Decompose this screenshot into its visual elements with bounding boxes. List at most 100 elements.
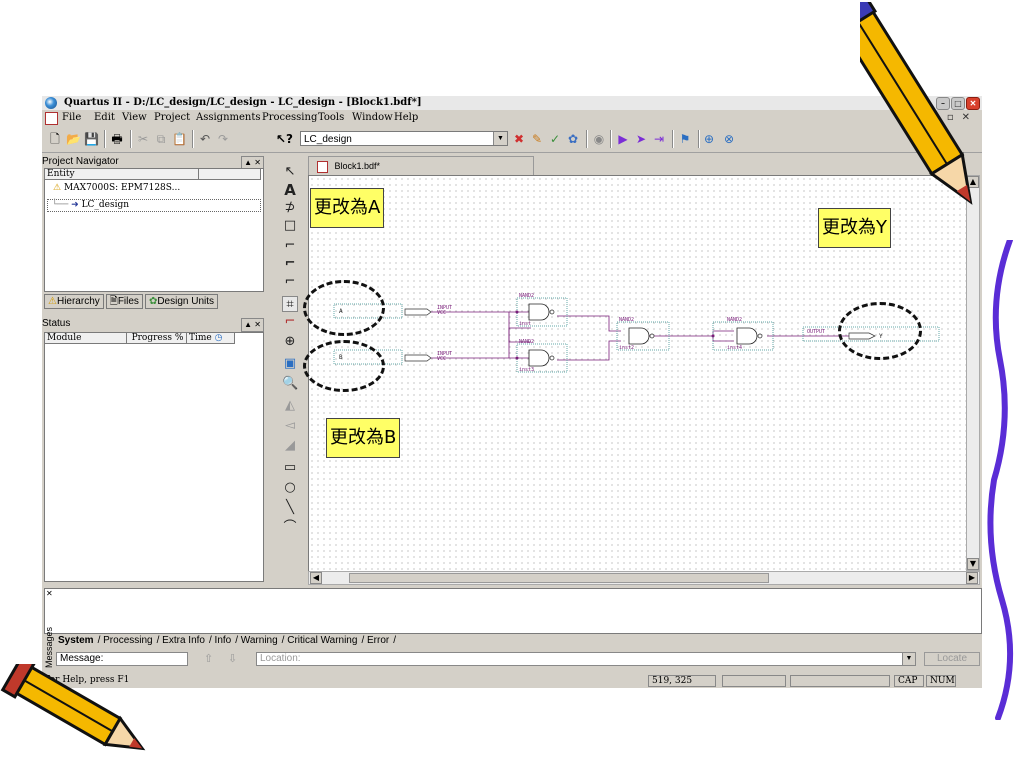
flip-horizontal-icon[interactable]: ◭ bbox=[282, 398, 298, 414]
module-column-header[interactable]: Module bbox=[45, 333, 127, 344]
programmer-icon[interactable]: ⊕ bbox=[702, 132, 716, 146]
document-tab[interactable]: Block1.bdf* bbox=[308, 156, 534, 175]
simulator-icon[interactable]: ⚑ bbox=[678, 132, 692, 146]
nand-gate-inst2[interactable]: NAND2 inst2 bbox=[616, 317, 670, 351]
analysis-icon[interactable]: ✎ bbox=[530, 132, 544, 146]
paste-icon[interactable]: 📋 bbox=[172, 132, 187, 146]
scroll-down-icon[interactable]: ▼ bbox=[967, 558, 979, 570]
new-file-icon[interactable]: 🗋 bbox=[48, 132, 62, 146]
svg-text:VCC: VCC bbox=[437, 310, 446, 316]
symbol-tool-icon[interactable]: ⊅ bbox=[282, 200, 298, 216]
messages-close-icon[interactable]: ✕ bbox=[46, 589, 53, 598]
redo-icon[interactable]: ↷ bbox=[216, 132, 230, 146]
line-tool-icon[interactable]: ╲ bbox=[282, 500, 298, 516]
project-navigator-tree: Entity ⚠ MAX7000S: EPM7128S... └── ➜ LC_… bbox=[44, 168, 264, 292]
nand-gate-inst3[interactable]: NAND2 inst3 bbox=[515, 339, 568, 373]
tab-info[interactable]: Info bbox=[215, 635, 232, 646]
scroll-right-icon[interactable]: ▶ bbox=[966, 572, 978, 584]
dashed-circle-a bbox=[303, 280, 385, 336]
dashed-circle-b bbox=[303, 340, 385, 392]
full-screen-icon[interactable]: ▣ bbox=[282, 356, 298, 372]
project-select[interactable]: LC_design ▼ bbox=[300, 131, 508, 146]
menu-project[interactable]: Project bbox=[154, 110, 190, 126]
find-icon[interactable]: 🔍 bbox=[282, 376, 298, 392]
main-toolbar: 🗋 📂 💾 🖶 ✂ ⧉ 📋 ↶ ↷ ↖? LC_design ▼ ✖ ✎ ✓ ✿… bbox=[42, 126, 982, 153]
menu-window[interactable]: Window bbox=[352, 110, 393, 126]
project-navigator-title: Project Navigator bbox=[42, 156, 119, 167]
tab-extra-info[interactable]: Extra Info bbox=[162, 635, 205, 646]
print-icon[interactable]: 🖶 bbox=[110, 132, 124, 146]
entity-label: LC_design bbox=[81, 200, 130, 210]
tab-design-units[interactable]: ✿Design Units bbox=[144, 294, 219, 309]
menu-edit[interactable]: Edit bbox=[94, 110, 115, 126]
copy-icon[interactable]: ⧉ bbox=[154, 132, 168, 146]
undo-icon[interactable]: ↶ bbox=[198, 132, 212, 146]
conduit-tool-icon[interactable]: ⌐ bbox=[282, 274, 298, 290]
flip-vertical-icon[interactable]: ◅ bbox=[282, 418, 298, 434]
open-folder-icon[interactable]: 📂 bbox=[66, 132, 81, 146]
cut-icon[interactable]: ✂ bbox=[136, 132, 150, 146]
horizontal-scrollbar[interactable]: ◀ ▶ bbox=[308, 571, 980, 585]
menu-assignments[interactable]: Assignments bbox=[196, 110, 261, 126]
tab-hierarchy[interactable]: ⚠Hierarchy bbox=[44, 294, 104, 309]
device-label: MAX7000S: EPM7128S... bbox=[63, 183, 181, 193]
menu-file[interactable]: File bbox=[62, 110, 81, 126]
messages-side-label: Messages bbox=[44, 626, 54, 668]
nand-gate-inst[interactable]: NAND2 inst bbox=[515, 293, 568, 327]
tab-error[interactable]: Error bbox=[367, 635, 389, 646]
panel-close-icon[interactable]: ▲ ✕ bbox=[241, 318, 264, 332]
text-tool-icon[interactable]: A bbox=[282, 182, 298, 198]
scroll-thumb[interactable] bbox=[349, 573, 769, 583]
tab-processing[interactable]: Processing bbox=[103, 635, 152, 646]
location-field[interactable]: Location: bbox=[256, 652, 914, 666]
start-compile-icon[interactable]: ▶ bbox=[616, 132, 630, 146]
compiler-tool-icon[interactable]: ✖ bbox=[512, 132, 526, 146]
chip-planner-icon[interactable]: ⊗ bbox=[722, 132, 736, 146]
warning-triangle-icon: ⚠ bbox=[53, 183, 62, 193]
orthogonal-bus-tool-icon[interactable]: ⌐ bbox=[282, 256, 298, 272]
tree-item-device[interactable]: ⚠ MAX7000S: EPM7128S... bbox=[53, 183, 180, 193]
progress-column-header[interactable]: Progress % bbox=[127, 333, 187, 344]
tree-item-entity[interactable]: └── ➜ LC_design bbox=[47, 199, 261, 212]
nand-gate-inst4[interactable]: NAND2 inst4 bbox=[711, 317, 774, 351]
menu-processing[interactable]: Processing bbox=[262, 110, 317, 126]
orthogonal-node-tool-icon[interactable]: ⌐ bbox=[282, 238, 298, 254]
oval-tool-icon[interactable]: ○ bbox=[282, 480, 298, 496]
down-arrow-icon[interactable]: ⇩ bbox=[228, 652, 237, 665]
tab-critical-warning[interactable]: Critical Warning bbox=[287, 635, 357, 646]
project-navigator-header: Project Navigator ▲ ✕ bbox=[42, 156, 268, 170]
rotate-icon[interactable]: ◢ bbox=[282, 438, 298, 454]
menu-view[interactable]: View bbox=[122, 110, 147, 126]
menu-tools[interactable]: Tools bbox=[318, 110, 344, 126]
pencil-clipart-icon bbox=[860, 2, 973, 205]
tab-warning[interactable]: Warning bbox=[241, 635, 278, 646]
context-help-icon[interactable]: ↖? bbox=[276, 132, 293, 146]
scroll-left-icon[interactable]: ◀ bbox=[310, 572, 322, 584]
block-tool-icon[interactable]: □ bbox=[282, 218, 298, 234]
stop-icon[interactable]: ◉ bbox=[592, 132, 606, 146]
rectangle-tool-icon[interactable]: ▭ bbox=[282, 460, 298, 476]
chevron-down-icon[interactable]: ▼ bbox=[902, 652, 916, 666]
arc-tool-icon[interactable]: ⌒ bbox=[282, 520, 298, 536]
column-header-blank[interactable] bbox=[199, 169, 261, 180]
tab-system[interactable]: System bbox=[58, 635, 94, 646]
menu-help[interactable]: Help bbox=[394, 110, 418, 126]
partial-line-tool-icon[interactable]: ⌐ bbox=[282, 314, 298, 330]
svg-text:inst: inst bbox=[519, 321, 531, 327]
timing-icon[interactable]: ✓ bbox=[548, 132, 562, 146]
analysis-synthesis-icon[interactable]: ➤ bbox=[634, 132, 648, 146]
timing-analyzer-icon[interactable]: ⇥ bbox=[652, 132, 666, 146]
zoom-tool-icon[interactable]: ⊕ bbox=[282, 334, 298, 350]
clock-icon: ◷ bbox=[214, 333, 223, 343]
fitter-icon[interactable]: ✿ bbox=[566, 132, 580, 146]
chevron-down-icon[interactable]: ▼ bbox=[493, 132, 507, 145]
entity-column-header[interactable]: Entity bbox=[45, 169, 199, 180]
locate-button[interactable]: Locate bbox=[924, 652, 980, 666]
rubberbanding-tool-icon[interactable]: ⌗ bbox=[282, 296, 298, 312]
svg-text:inst4: inst4 bbox=[727, 345, 742, 351]
time-column-header[interactable]: Time ◷ bbox=[187, 333, 235, 344]
tab-files[interactable]: 🗎Files bbox=[105, 294, 143, 309]
save-icon[interactable]: 💾 bbox=[84, 132, 99, 146]
selection-tool-icon[interactable]: ↖ bbox=[282, 164, 298, 180]
up-arrow-icon[interactable]: ⇧ bbox=[204, 652, 213, 665]
